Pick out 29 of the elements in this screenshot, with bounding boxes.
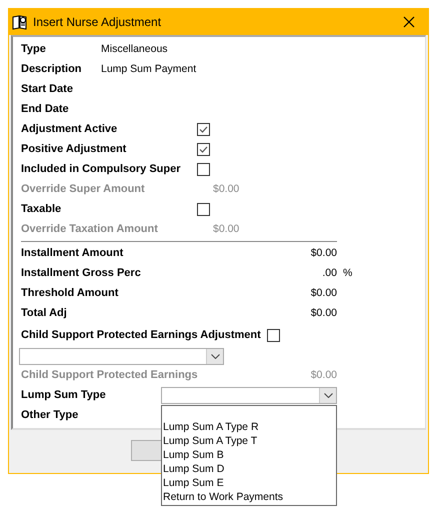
percent-sign: % xyxy=(343,267,352,279)
field-label: Type xyxy=(21,43,47,55)
field-label: Included in Compulsory Super xyxy=(21,163,182,175)
amount-value: $0.00 xyxy=(310,369,337,381)
field-label: Override Super Amount xyxy=(21,183,146,195)
field-label: End Date xyxy=(21,103,70,115)
field-label: Total Adj xyxy=(21,307,68,319)
field-label: Installment Gross Perc xyxy=(21,267,142,279)
field-label: Positive Adjustment xyxy=(21,143,128,155)
field-label: Threshold Amount xyxy=(21,287,120,299)
amount-value: $0.00 xyxy=(213,183,240,195)
field-label: Taxable xyxy=(21,203,62,215)
amount-value: $0.00 xyxy=(310,247,337,259)
field-label: Other Type xyxy=(21,409,78,421)
amount-value: $0.00 xyxy=(310,307,337,319)
field-value: Miscellaneous xyxy=(101,43,168,55)
field-label: Child Support Protected Earnings Adjustment xyxy=(21,329,261,341)
amount-value: $0.00 xyxy=(310,287,337,299)
field-label: Child Support Protected Earnings xyxy=(21,369,199,381)
window-title: Insert Nurse Adjustment xyxy=(33,14,162,28)
field-label: Installment Amount xyxy=(21,247,124,259)
amount-value: .00 xyxy=(321,267,337,279)
field-label: Lump Sum Type xyxy=(21,389,107,401)
field-label: Description xyxy=(21,63,83,75)
field-label: Start Date xyxy=(21,83,74,95)
field-label: Adjustment Active xyxy=(21,123,118,135)
amount-value: $0.00 xyxy=(213,223,240,235)
field-label: Override Taxation Amount xyxy=(21,223,159,235)
field-value: Lump Sum Payment xyxy=(101,63,196,75)
